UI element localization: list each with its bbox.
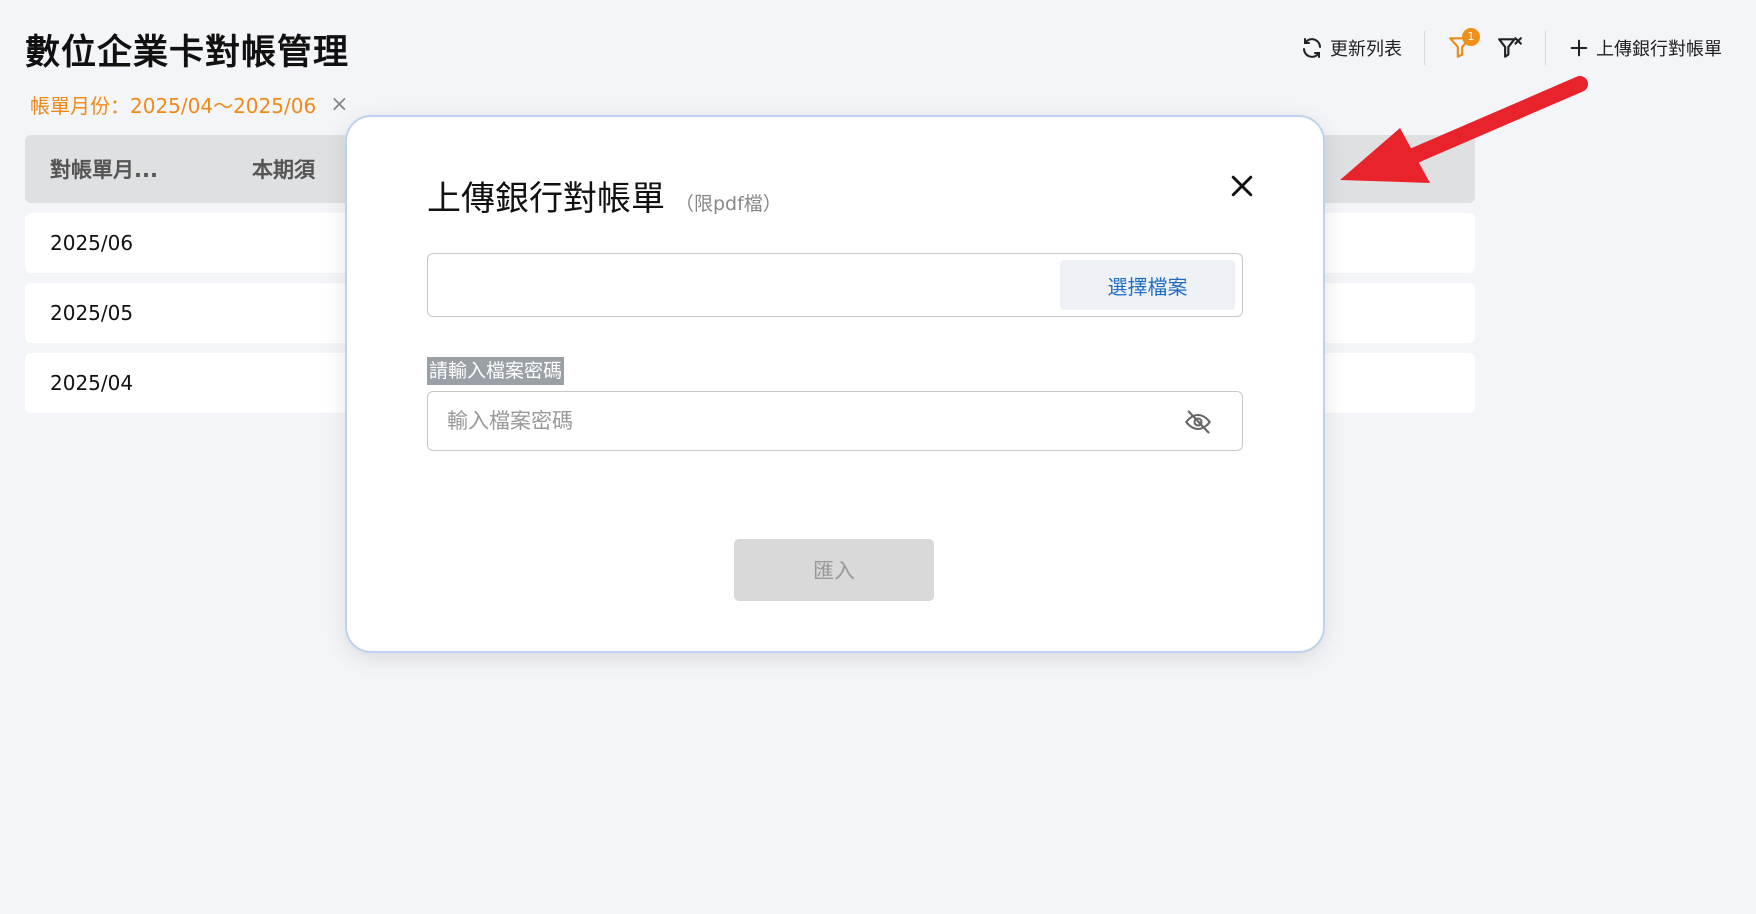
dialog-subtitle: （限pdf檔） [675, 193, 782, 215]
choose-file-button[interactable]: 選擇檔案 [1060, 260, 1235, 310]
filter-tag-close-icon[interactable]: × [330, 92, 348, 117]
refresh-button[interactable]: 更新列表 [1300, 35, 1402, 61]
toolbar-divider [1545, 31, 1546, 65]
filter-button[interactable]: 1 [1447, 28, 1480, 62]
upload-dialog: 上傳銀行對帳單 （限pdf檔） 選擇檔案 請輸入檔案密碼 匯入 [347, 117, 1323, 651]
import-button[interactable]: 匯入 [734, 539, 934, 601]
upload-statement-label: 上傳銀行對帳單 [1596, 39, 1722, 60]
row-month: 2025/05 [50, 301, 134, 325]
dialog-title-text: 上傳銀行對帳單 [427, 179, 665, 219]
clear-filter-button[interactable] [1497, 35, 1523, 61]
close-icon[interactable] [1227, 171, 1257, 201]
refresh-label: 更新列表 [1330, 39, 1402, 60]
filter-clear-icon [1498, 37, 1522, 58]
filter-tag: 帳單月份： 2025/04〜2025/06 × [30, 90, 349, 119]
annotation-arrow-icon [1340, 76, 1588, 183]
filter-tag-label: 帳單月份： [30, 94, 130, 118]
password-field [427, 391, 1243, 451]
file-path-field[interactable]: 選擇檔案 [427, 253, 1243, 317]
filter-count-badge: 1 [1462, 28, 1480, 46]
page-title: 數位企業卡對帳管理 [25, 33, 350, 73]
dialog-title: 上傳銀行對帳單 （限pdf檔） [427, 171, 782, 220]
column-header-statement-month[interactable]: 對帳單月... [25, 154, 252, 184]
row-month: 2025/04 [50, 371, 134, 395]
password-input[interactable] [429, 393, 1129, 449]
upload-statement-button[interactable]: 上傳銀行對帳單 [1568, 35, 1722, 61]
refresh-icon [1303, 38, 1321, 58]
eye-off-icon[interactable] [1184, 408, 1212, 436]
toolbar-divider [1424, 31, 1425, 65]
password-label: 請輸入檔案密碼 [427, 357, 565, 385]
plus-icon [1570, 39, 1588, 57]
row-month: 2025/06 [50, 231, 134, 255]
filter-tag-value: 2025/04〜2025/06 [130, 94, 317, 118]
toolbar: 更新列表 1 上傳銀行對帳單 [1300, 28, 1722, 68]
